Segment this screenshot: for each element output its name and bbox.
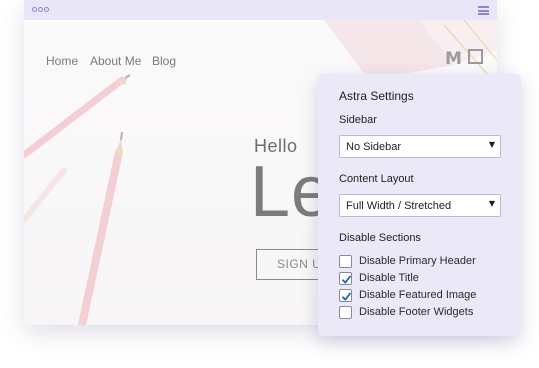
caret-down-icon: ▼ xyxy=(488,199,495,208)
content-layout-label: Content Layout xyxy=(339,173,414,185)
checkmark-icon xyxy=(341,292,352,301)
nav-link-blog[interactable]: Blog xyxy=(152,54,176,68)
window-dot-icon xyxy=(38,7,43,12)
site-logo[interactable]: M xyxy=(445,49,463,69)
content-layout-select-value: Full Width / Stretched xyxy=(346,200,452,212)
checkbox[interactable] xyxy=(339,289,352,302)
checkbox-label: Disable Featured Image xyxy=(359,289,477,301)
checkbox[interactable] xyxy=(339,272,352,285)
nav-link-about-me[interactable]: About Me xyxy=(90,54,141,68)
content-layout-select[interactable]: Full Width / Stretched ▼ xyxy=(339,194,501,217)
browser-title-bar xyxy=(24,0,497,20)
nav-link-home[interactable]: Home xyxy=(46,54,78,68)
logo-square-icon xyxy=(468,49,483,64)
checkbox[interactable] xyxy=(339,255,352,268)
window-dot-icon xyxy=(32,7,37,12)
checkbox[interactable] xyxy=(339,306,352,319)
sidebar-select[interactable]: No Sidebar ▼ xyxy=(339,135,501,158)
sidebar-select-value: No Sidebar xyxy=(346,141,402,153)
panel-title: Astra Settings xyxy=(339,89,414,103)
checkbox-label: Disable Primary Header xyxy=(359,255,476,267)
checkmark-icon xyxy=(341,275,352,284)
window-dot-icon xyxy=(44,7,49,12)
sidebar-label: Sidebar xyxy=(339,114,377,126)
caret-down-icon: ▼ xyxy=(488,140,495,149)
checkbox-label: Disable Footer Widgets xyxy=(359,306,474,318)
astra-settings-panel: Astra Settings Sidebar No Sidebar ▼ Cont… xyxy=(318,74,521,336)
disable-sections-label: Disable Sections xyxy=(339,232,421,244)
hamburger-menu-icon[interactable] xyxy=(478,6,489,15)
checkbox-label: Disable Title xyxy=(359,272,419,284)
